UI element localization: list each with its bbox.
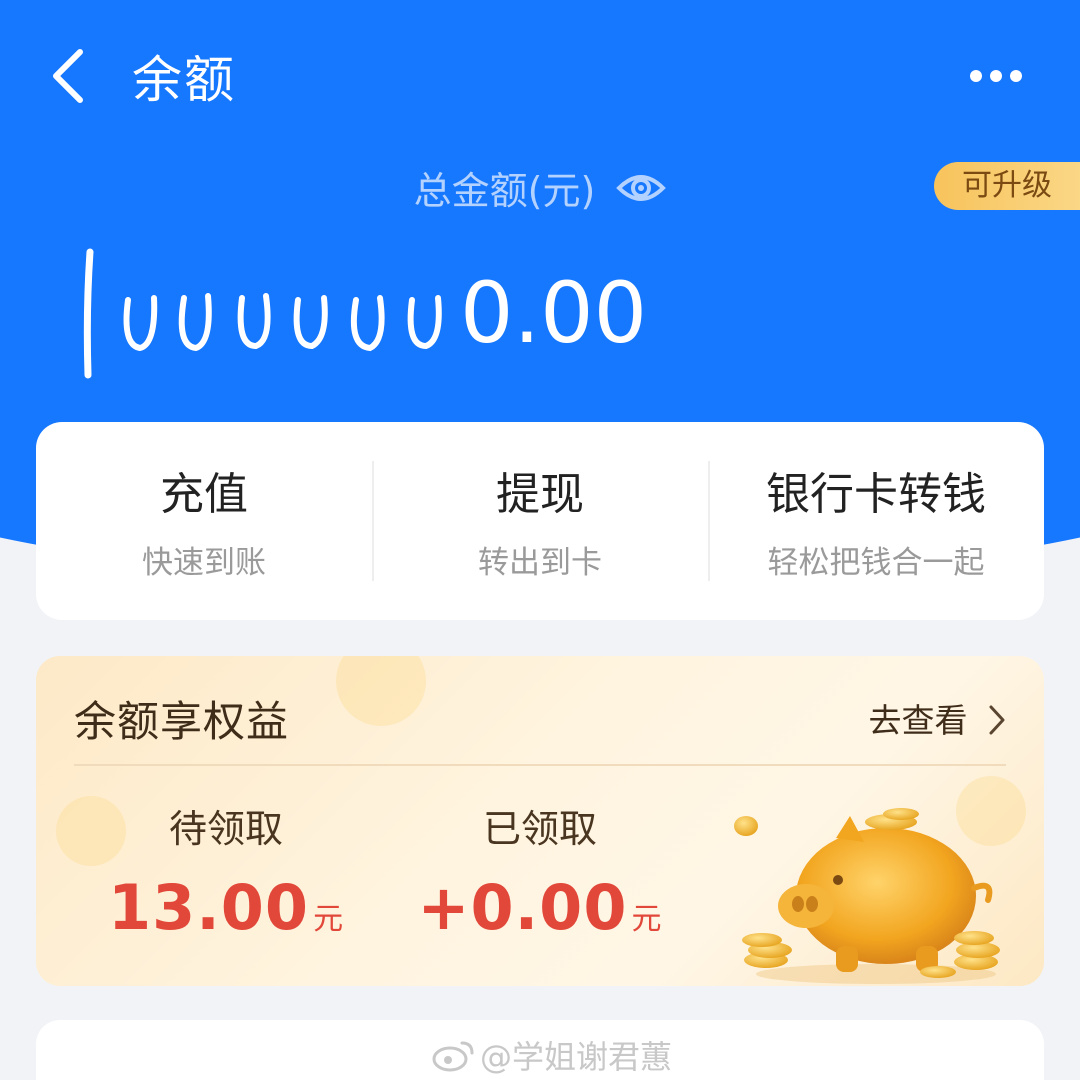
divider (74, 764, 1006, 766)
action-withdraw[interactable]: 提现 转出到卡 (372, 461, 708, 581)
action-recharge[interactable]: 充值 快速到账 (36, 461, 372, 581)
page-title: 余额 (132, 51, 236, 109)
total-amount-value[interactable]: 0.00 (80, 240, 720, 390)
action-subtitle: 快速到账 (142, 545, 266, 581)
upgrade-badge[interactable]: 可升级 (934, 162, 1080, 210)
amount-printed-part: 0.00 (460, 264, 647, 362)
received-value-row: +0.00 元 (370, 871, 710, 944)
quick-actions-card: 充值 快速到账 提现 转出到卡 银行卡转钱 轻松把钱合一起 (36, 422, 1044, 620)
pending-stat[interactable]: 待领取 13.00 元 (56, 798, 396, 944)
action-title: 提现 (496, 469, 584, 520)
pending-value: 13.00 (107, 871, 310, 944)
total-amount-row: 总金额(元) (0, 160, 1080, 220)
pending-unit: 元 (313, 902, 345, 937)
eye-icon[interactable] (616, 168, 667, 208)
received-stat[interactable]: 已领取 +0.00 元 (370, 798, 710, 944)
more-dots-icon[interactable] (966, 62, 1026, 90)
piggy-bank-icon (734, 808, 1000, 984)
action-subtitle: 轻松把钱合一起 (767, 545, 985, 581)
decor-glow (336, 656, 426, 726)
action-subtitle: 转出到卡 (478, 545, 602, 581)
action-title: 银行卡转钱 (766, 469, 986, 520)
action-bank-transfer[interactable]: 银行卡转钱 轻松把钱合一起 (708, 461, 1044, 581)
watermark: @学姐谢君蕙 (432, 1032, 672, 1078)
total-amount-label: 总金额(元) (413, 169, 596, 213)
pending-value-row: 13.00 元 (56, 871, 396, 944)
watermark-text: @学姐谢君蕙 (480, 1038, 673, 1076)
received-unit: 元 (631, 902, 663, 937)
pending-label: 待领取 (168, 807, 283, 851)
chevron-right-icon (989, 705, 1005, 735)
benefits-title: 余额享权益 (74, 697, 290, 746)
view-benefits-link[interactable]: 去查看 (869, 694, 1009, 742)
chevron-left-icon[interactable] (42, 44, 102, 108)
weibo-logo-icon (432, 1041, 474, 1072)
handwritten-digit-one (83, 248, 94, 379)
action-title: 充值 (160, 469, 248, 520)
view-link-label: 去查看 (868, 701, 968, 740)
balance-page: 余额 总金额(元) 可升级 0.00 充值 快速到账 提现 转出到卡 银行卡转钱… (0, 0, 1080, 1080)
received-value: +0.00 (417, 871, 628, 944)
top-nav: 余额 (0, 0, 1080, 150)
handwritten-zeros (123, 293, 442, 352)
received-label: 已领取 (482, 807, 597, 851)
balance-benefits-card: 余额享权益 去查看 待领取 13.00 元 已领取 +0.00 元 (36, 656, 1044, 986)
